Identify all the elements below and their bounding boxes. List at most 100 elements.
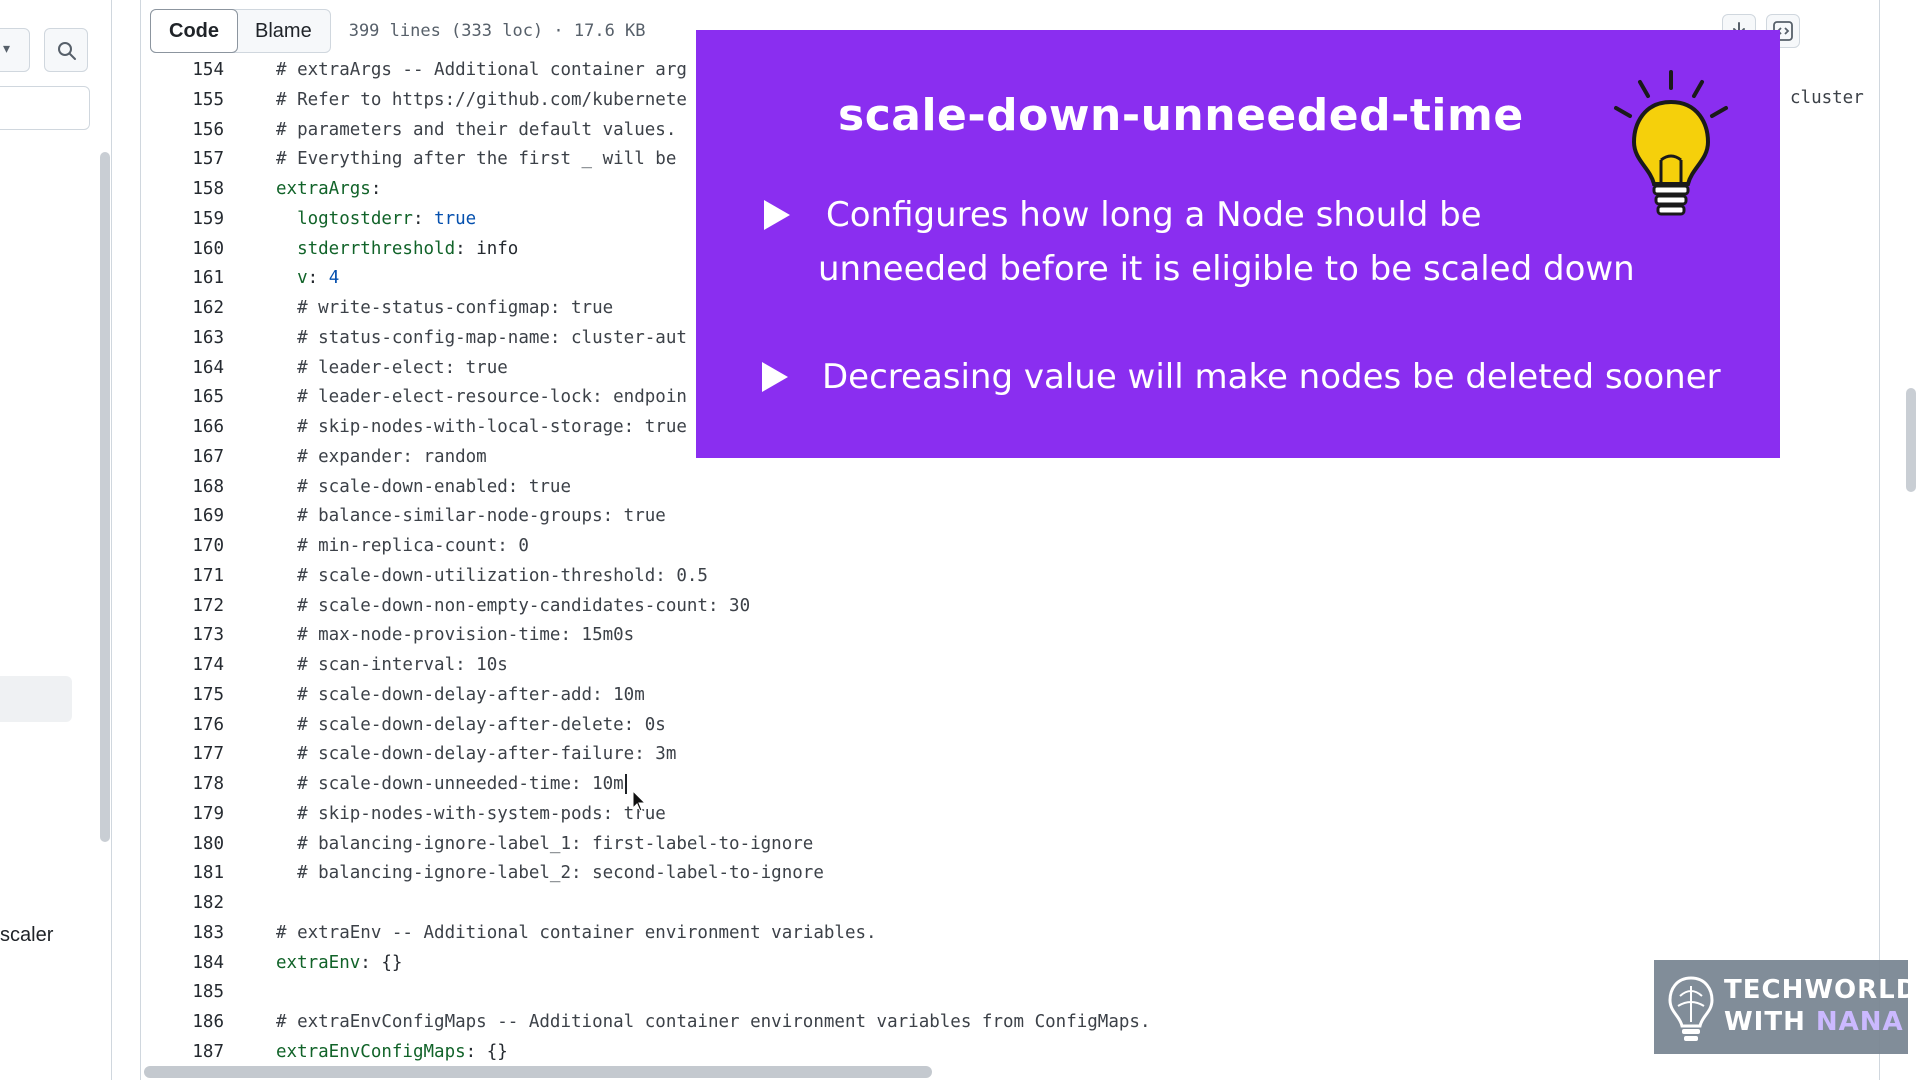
line-content: # leader-elect-resource-lock: endpoin: [276, 387, 687, 408]
line-content: # parameters and their default values.: [276, 119, 677, 140]
line-content: # balancing-ignore-label_2: second-label…: [276, 863, 824, 884]
line-content: # min-replica-count: 0: [276, 536, 529, 556]
vertical-scrollbar[interactable]: [1906, 388, 1916, 492]
line-number[interactable]: 183: [140, 919, 224, 949]
code-line[interactable]: 179 # skip-nodes-with-system-pods: true: [140, 800, 1880, 830]
code-line[interactable]: 184 extraEnv: {}: [140, 949, 1880, 979]
code-line[interactable]: 175 # scale-down-delay-after-add: 10m: [140, 681, 1880, 711]
line-content: extraArgs:: [276, 179, 382, 199]
search-button[interactable]: [44, 28, 88, 72]
line-number[interactable]: 174: [140, 651, 224, 681]
code-line[interactable]: 178 # scale-down-unneeded-time: 10m: [140, 770, 1880, 800]
horizontal-scrollbar[interactable]: [144, 1066, 932, 1078]
line-content: # skip-nodes-with-system-pods: true: [276, 803, 666, 824]
file-toolbar: Code Blame 399 lines (333 loc) · 17.6 KB: [150, 8, 646, 54]
overlay-title: scale-down-unneeded-time: [838, 90, 1524, 141]
overlay-bullet-1-line-1: Configures how long a Node should be: [826, 195, 1482, 235]
search-icon: [58, 42, 76, 60]
line-number[interactable]: 154: [140, 56, 224, 86]
code-line[interactable]: 174 # scan-interval: 10s: [140, 651, 1880, 681]
line-number[interactable]: 168: [140, 473, 224, 503]
line-content: stderrthreshold: info: [297, 238, 519, 259]
collapse-sidebar-button[interactable]: ▾: [0, 28, 30, 72]
play-bullet-icon: [764, 200, 790, 230]
line-number[interactable]: 169: [140, 502, 224, 532]
code-line[interactable]: 176 # scale-down-delay-after-delete: 0s: [140, 711, 1880, 741]
line-content: # extraEnvConfigMaps -- Additional conta…: [276, 1012, 1151, 1032]
selected-tree-item[interactable]: [0, 676, 72, 722]
sidebar-scrollbar[interactable]: [100, 152, 110, 842]
line-content: # scale-down-delay-after-failure: 3m: [276, 744, 677, 765]
line-number[interactable]: 184: [140, 949, 224, 979]
go-to-file-input[interactable]: [0, 86, 90, 130]
line-number[interactable]: 182: [140, 889, 224, 919]
code-line[interactable]: 168 # scale-down-enabled: true: [140, 473, 1880, 503]
line-number[interactable]: 175: [140, 681, 224, 711]
line-number[interactable]: 161: [140, 264, 224, 294]
logo-line-1: TECHWORLD: [1724, 975, 1919, 1005]
line-number[interactable]: 158: [140, 175, 224, 205]
code-line[interactable]: 171 # scale-down-utilization-threshold: …: [140, 562, 1880, 592]
code-line[interactable]: 187 extraEnvConfigMaps: {}: [140, 1038, 1880, 1068]
line-number[interactable]: 163: [140, 324, 224, 354]
code-line[interactable]: 182: [140, 889, 1880, 919]
line-number[interactable]: 179: [140, 800, 224, 830]
tree-item-label[interactable]: scaler: [0, 924, 53, 947]
line-number[interactable]: 157: [140, 145, 224, 175]
line-number[interactable]: 162: [140, 294, 224, 324]
logo-text: TECHWORLD WITH NANA: [1724, 974, 1918, 1038]
line-number[interactable]: 172: [140, 592, 224, 622]
line-number[interactable]: 159: [140, 205, 224, 235]
line-content: # Everything after the first _ will be: [276, 149, 677, 170]
file-tree-sidebar: ▾ scaler: [0, 0, 112, 1080]
line-number[interactable]: 187: [140, 1038, 224, 1068]
mouse-cursor-icon: [632, 790, 647, 812]
line-number[interactable]: 160: [140, 235, 224, 265]
view-switcher: Code Blame: [150, 9, 331, 53]
line-number[interactable]: 181: [140, 859, 224, 889]
line-content: # scale-down-utilization-threshold: 0.5: [276, 565, 708, 586]
tab-blame[interactable]: Blame: [237, 10, 330, 52]
lightbulb-brain-logo-icon: [1668, 976, 1714, 1041]
line-number[interactable]: 156: [140, 116, 224, 146]
line-content: v: 4: [297, 268, 340, 289]
code-line[interactable]: 169 # balance-similar-node-groups: true: [140, 502, 1880, 532]
line-content: logtostderr: true: [297, 208, 477, 229]
line-number[interactable]: 167: [140, 443, 224, 473]
line-number[interactable]: 170: [140, 532, 224, 562]
channel-logo: TECHWORLD WITH NANA: [1654, 960, 1917, 1054]
line-number[interactable]: 166: [140, 413, 224, 443]
tab-code[interactable]: Code: [150, 9, 238, 53]
line-number[interactable]: 186: [140, 1008, 224, 1038]
line-content: # status-config-map-name: cluster-aut: [276, 327, 687, 348]
code-line[interactable]: 177 # scale-down-delay-after-failure: 3m: [140, 740, 1880, 770]
line-number[interactable]: 164: [140, 354, 224, 384]
line-content: # Refer to https://github.com/kubernete: [276, 89, 687, 110]
line-content: extraEnv: {}: [276, 952, 403, 973]
line-number[interactable]: 155: [140, 86, 224, 116]
line-number[interactable]: 177: [140, 740, 224, 770]
code-line[interactable]: 181 # balancing-ignore-label_2: second-l…: [140, 859, 1880, 889]
line-number[interactable]: 171: [140, 562, 224, 592]
line-number[interactable]: 173: [140, 621, 224, 651]
code-line[interactable]: 173 # max-node-provision-time: 15m0s: [140, 621, 1880, 651]
logo-line-2: WITH NANA: [1724, 1007, 1904, 1037]
code-line[interactable]: 180 # balancing-ignore-label_1: first-la…: [140, 830, 1880, 860]
line-number[interactable]: 185: [140, 978, 224, 1008]
code-line[interactable]: 170 # min-replica-count: 0: [140, 532, 1880, 562]
line-number[interactable]: 176: [140, 711, 224, 741]
line-number[interactable]: 178: [140, 770, 224, 800]
code-line[interactable]: 183 # extraEnv -- Additional container en…: [140, 919, 1880, 949]
overlay-bullet-1-line-2: unneeded before it is eligible to be sca…: [818, 249, 1635, 289]
line-number[interactable]: 165: [140, 383, 224, 413]
code-line[interactable]: 185: [140, 978, 1880, 1008]
line-content: # scale-down-delay-after-add: 10m: [276, 684, 645, 705]
line-number[interactable]: 180: [140, 830, 224, 860]
line-content: # expander: random: [276, 446, 487, 467]
code-line[interactable]: 186 # extraEnvConfigMaps -- Additional co…: [140, 1008, 1880, 1038]
overlay-bullet-2: Decreasing value will make nodes be dele…: [822, 357, 1721, 397]
line-content: # balancing-ignore-label_1: first-label-…: [276, 833, 814, 854]
line-content: # write-status-configmap: true: [276, 298, 614, 318]
code-line[interactable]: 172 # scale-down-non-empty-candidates-co…: [140, 592, 1880, 622]
line-content: # scale-down-delay-after-delete: 0s: [276, 714, 666, 735]
